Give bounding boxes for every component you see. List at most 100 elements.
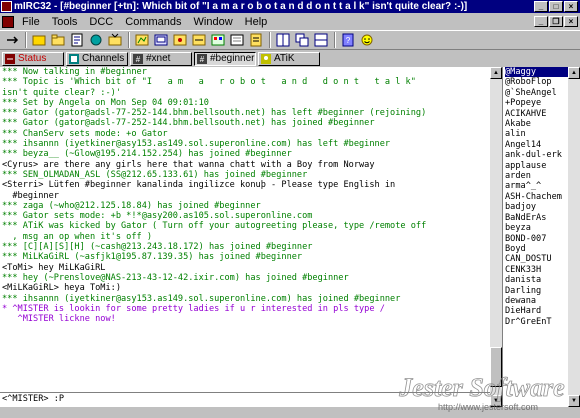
connect-icon[interactable] bbox=[4, 32, 20, 48]
close-button[interactable]: × bbox=[564, 1, 578, 12]
nick-list-item[interactable]: DieHard bbox=[505, 306, 568, 316]
tab-status[interactable]: Status bbox=[2, 51, 64, 66]
notify-icon[interactable] bbox=[88, 32, 104, 48]
nick-list-item[interactable]: badjoy bbox=[505, 202, 568, 212]
nick-list-item[interactable]: CENK33H bbox=[505, 265, 568, 275]
nick-list-item[interactable]: ACIKAHVE bbox=[505, 109, 568, 119]
nick-list-item[interactable]: @`SheAngel bbox=[505, 88, 568, 98]
chat-line: ^MISTER lickne now! bbox=[2, 314, 116, 325]
menu-window[interactable]: Window bbox=[190, 16, 241, 28]
timer-icon[interactable] bbox=[191, 32, 207, 48]
chat-line: *** MiLKaGiRL (~asfjk1@195.87.139.35) ha… bbox=[2, 252, 303, 263]
script-icon[interactable] bbox=[248, 32, 264, 48]
nick-list-item[interactable]: alin bbox=[505, 129, 568, 139]
cascade-icon[interactable] bbox=[294, 32, 310, 48]
log-icon[interactable] bbox=[172, 32, 188, 48]
chat-line: *** beyza__ (~Glow@195.214.152.254) has … bbox=[2, 149, 292, 160]
chat-line: <MiLKaGiRL> heya ToMi:) bbox=[2, 283, 121, 294]
toolbar-separator bbox=[128, 32, 130, 48]
scroll-down-arrow-icon[interactable]: ▼ bbox=[490, 395, 502, 407]
chat-log[interactable]: *** Now talking in #beginner *** Topic is… bbox=[0, 67, 490, 407]
arrange-icon[interactable] bbox=[313, 32, 329, 48]
scroll-up-arrow-icon[interactable]: ▲ bbox=[490, 67, 502, 79]
chat-line: <Cyrus> are there any girls here that wa… bbox=[2, 159, 375, 170]
nick-list[interactable]: @Maggy @RoboFlop @`SheAngel +Popeye ACIKAHVE… bbox=[502, 67, 568, 407]
tab-label: Status bbox=[18, 53, 47, 64]
svg-text:#: # bbox=[200, 55, 205, 64]
nick-list-item[interactable]: ASH-Chachem bbox=[505, 192, 568, 202]
nicklist-scrollbar[interactable]: ▲ ▼ bbox=[568, 67, 580, 407]
tab-channels[interactable]: Channels bbox=[66, 51, 128, 66]
nick-list-item[interactable]: Angel14 bbox=[505, 140, 568, 150]
menu-tools[interactable]: Tools bbox=[48, 16, 86, 28]
channels-folder-icon[interactable] bbox=[50, 32, 66, 48]
channel-window-icon[interactable] bbox=[2, 15, 14, 28]
finger-icon[interactable] bbox=[153, 32, 169, 48]
nick-list-item[interactable]: Boyd bbox=[505, 244, 568, 254]
mdi-close-button[interactable]: × bbox=[564, 16, 578, 27]
tab-beginner[interactable]: # #beginner bbox=[194, 51, 256, 66]
chat-line: isn't quite clear? :-)' bbox=[2, 87, 121, 98]
nick-list-item[interactable]: dewana bbox=[505, 296, 568, 306]
toolbar-separator bbox=[269, 32, 271, 48]
title-bar[interactable]: mIRC32 - [#beginner [+tn]: Which bit of … bbox=[0, 0, 580, 13]
colors-icon[interactable] bbox=[210, 32, 226, 48]
status-icon bbox=[5, 53, 15, 64]
chat-line: *** Set by Angela on Mon Sep 04 09:01:10 bbox=[2, 97, 209, 108]
nick-list-item[interactable]: @Maggy bbox=[505, 67, 568, 78]
menu-help[interactable]: Help bbox=[241, 16, 276, 28]
nick-list-item[interactable]: arma^_^ bbox=[505, 181, 568, 191]
minimize-button[interactable]: _ bbox=[534, 1, 548, 12]
toolbar-separator bbox=[334, 32, 336, 48]
scroll-down-arrow-icon[interactable]: ▼ bbox=[568, 395, 580, 407]
scroll-up-arrow-icon[interactable]: ▲ bbox=[568, 67, 580, 79]
svg-text:#: # bbox=[136, 55, 141, 64]
mdi-restore-button[interactable]: ❐ bbox=[549, 16, 563, 27]
nick-list-item[interactable]: beyza bbox=[505, 223, 568, 233]
nick-list-item[interactable]: danista bbox=[505, 275, 568, 285]
chat-line: *** Now talking in #beginner bbox=[2, 67, 147, 77]
tab-xnet[interactable]: # #xnet bbox=[130, 51, 192, 66]
menu-commands[interactable]: Commands bbox=[121, 16, 189, 28]
nick-list-item[interactable]: arden bbox=[505, 171, 568, 181]
channel-icon: # bbox=[133, 53, 143, 64]
chat-line: *** ihsannn (iyetkiner@asy153.as149.sol.… bbox=[2, 293, 401, 304]
help-icon[interactable]: ? bbox=[340, 32, 356, 48]
menu-file[interactable]: File bbox=[18, 16, 48, 28]
nick-list-item[interactable]: BOND-007 bbox=[505, 234, 568, 244]
tile-icon[interactable] bbox=[275, 32, 291, 48]
query-icon bbox=[261, 53, 271, 64]
mirc-app-icon[interactable] bbox=[1, 1, 12, 12]
tab-atik[interactable]: ATiK bbox=[258, 51, 320, 66]
nick-list-item[interactable]: BaNdErAs bbox=[505, 213, 568, 223]
menu-dcc[interactable]: DCC bbox=[85, 16, 121, 28]
chat-icon[interactable] bbox=[134, 32, 150, 48]
chat-line: *** zaga (~who@212.125.18.84) has joined… bbox=[2, 200, 261, 211]
maximize-button[interactable]: □ bbox=[549, 1, 563, 12]
message-input[interactable]: <^MISTER> :P bbox=[0, 392, 490, 406]
about-icon[interactable] bbox=[359, 32, 375, 48]
nick-list-item[interactable]: @RoboFlop bbox=[505, 77, 568, 87]
chat-line: *** ihsannn (iyetkiner@asy153.as149.sol.… bbox=[2, 139, 391, 150]
svg-text:?: ? bbox=[346, 36, 351, 45]
send-icon[interactable] bbox=[107, 32, 123, 48]
address-icon[interactable] bbox=[229, 32, 245, 48]
nick-list-item[interactable]: Darling bbox=[505, 286, 568, 296]
chat-line: *** ATiK was kicked by Gator ( Turn off … bbox=[2, 221, 427, 232]
mdi-minimize-button[interactable]: _ bbox=[534, 16, 548, 27]
chat-scrollbar[interactable]: ▲ ▼ bbox=[490, 67, 502, 407]
switchbar: Status Channels # #xnet # #beginner ATiK bbox=[0, 51, 580, 66]
chat-line: <ToMi> hey MiLKaGiRL bbox=[2, 262, 106, 273]
nick-list-item[interactable]: applause bbox=[505, 161, 568, 171]
nick-list-item[interactable]: +Popeye bbox=[505, 98, 568, 108]
toolbar: ? bbox=[0, 30, 580, 50]
nick-list-item[interactable]: Dr^GreEnT bbox=[505, 317, 568, 327]
tab-label: ATiK bbox=[274, 53, 295, 64]
scroll-thumb[interactable] bbox=[490, 347, 502, 387]
url-icon[interactable] bbox=[69, 32, 85, 48]
nick-list-item[interactable]: Akabe bbox=[505, 119, 568, 129]
nick-list-item[interactable]: ank-dul-erk bbox=[505, 150, 568, 160]
nick-list-item[interactable]: CAN_DOSTU bbox=[505, 254, 568, 264]
chat-line: *** ChanServ sets mode: +o Gator bbox=[2, 128, 168, 139]
options-icon[interactable] bbox=[31, 32, 47, 48]
